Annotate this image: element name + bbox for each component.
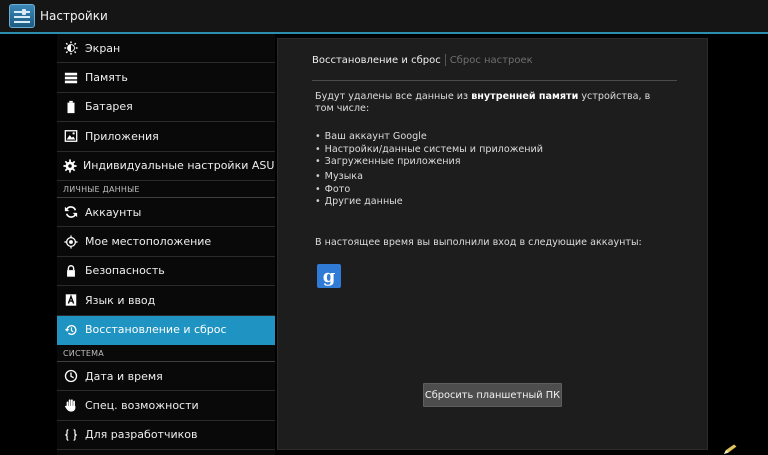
brightness-icon (63, 40, 79, 56)
settings-app-icon[interactable] (9, 4, 35, 28)
storage-icon (63, 70, 79, 86)
lock-icon (63, 263, 79, 279)
keyboard-icon (63, 292, 79, 308)
reset-tablet-button[interactable]: Сбросить планшетный ПК (423, 383, 562, 407)
list-item: Загруженные приложения (315, 155, 543, 168)
menu-item-security[interactable]: Безопасность (57, 257, 275, 287)
menu-item-label: Память (85, 71, 128, 85)
braces-icon (63, 427, 79, 443)
list-item: Фото (315, 183, 543, 196)
menu-item-storage[interactable]: Память (57, 63, 275, 93)
warning-text-start: Будут удалены все данные из (315, 91, 472, 102)
menu-item-label: Дата и время (85, 369, 163, 383)
gear-icon (63, 158, 77, 174)
header-divider (312, 80, 677, 81)
erased-data-list: Ваш аккаунт Google Настройки/данные сист… (315, 130, 543, 208)
menu-item-location[interactable]: Мое местоположение (57, 227, 275, 257)
list-item: Музыка (315, 170, 543, 183)
pen-icon (724, 444, 737, 454)
menu-item-label: Спец. возможности (85, 398, 199, 412)
menu-item-label: Восстановление и сброс (85, 323, 227, 337)
menu-item-label: Экран (85, 41, 121, 55)
menu-item-label: Приложения (85, 129, 159, 143)
menu-item-accessibility[interactable]: Спец. возможности (57, 391, 275, 421)
breadcrumb-separator (444, 54, 446, 66)
menu-item-date-time[interactable]: Дата и время (57, 362, 275, 392)
menu-item-accounts[interactable]: Аккаунты (57, 198, 275, 228)
menu-item-developer-options[interactable]: Для разработчиков (57, 421, 275, 451)
clock-icon (63, 368, 79, 384)
detail-pane: Восстановление и сброс Сброс настроек Бу… (277, 38, 708, 450)
restore-icon (63, 322, 79, 338)
menu-item-label: Безопасность (85, 264, 165, 278)
google-account-icon: g (317, 264, 341, 288)
menu-item-backup-reset[interactable]: Восстановление и сброс (57, 315, 275, 345)
menu-item-label: Батарея (85, 100, 133, 114)
app-title: Настройки (40, 9, 108, 23)
apps-icon (63, 128, 79, 144)
menu-item-label: Для разработчиков (85, 428, 198, 442)
warning-text-bold: внутренней памяти (471, 91, 579, 102)
action-bar: Настройки (0, 0, 768, 34)
menu-item-language-input[interactable]: Язык и ввод (57, 286, 275, 316)
breadcrumb: Восстановление и сброс Сброс настроек (312, 54, 533, 66)
menu-item-label: Мое местоположение (85, 235, 212, 249)
menu-item-label: Аккаунты (85, 205, 142, 219)
accounts-text: В настоящее время вы выполнили вход в сл… (315, 237, 642, 248)
breadcrumb-current: Сброс настроек (449, 54, 533, 66)
settings-menu: Экран Память Батарея Приложения Индивиду… (57, 34, 275, 455)
list-item: Настройки/данные системы и приложений (315, 143, 543, 156)
menu-item-asus-settings[interactable]: Индивидуальные настройки ASUS (57, 152, 275, 181)
section-header-personal: ЛИЧНЫЕ ДАННЫЕ (57, 181, 275, 198)
menu-item-battery[interactable]: Батарея (57, 93, 275, 123)
menu-item-label: Язык и ввод (85, 293, 156, 307)
hand-icon (63, 397, 79, 413)
list-item: Ваш аккаунт Google (315, 130, 543, 143)
menu-item-apps[interactable]: Приложения (57, 122, 275, 152)
menu-item-screen[interactable]: Экран (57, 34, 275, 64)
sync-icon (63, 204, 79, 220)
battery-icon (63, 99, 79, 115)
location-icon (63, 234, 79, 250)
list-item: Другие данные (315, 195, 543, 208)
section-header-system: СИСТЕМА (57, 345, 275, 362)
reset-warning-text: Будут удалены все данные из внутренней п… (315, 91, 660, 115)
breadcrumb-parent[interactable]: Восстановление и сброс (312, 55, 441, 66)
menu-item-label: Индивидуальные настройки ASUS (83, 159, 275, 173)
